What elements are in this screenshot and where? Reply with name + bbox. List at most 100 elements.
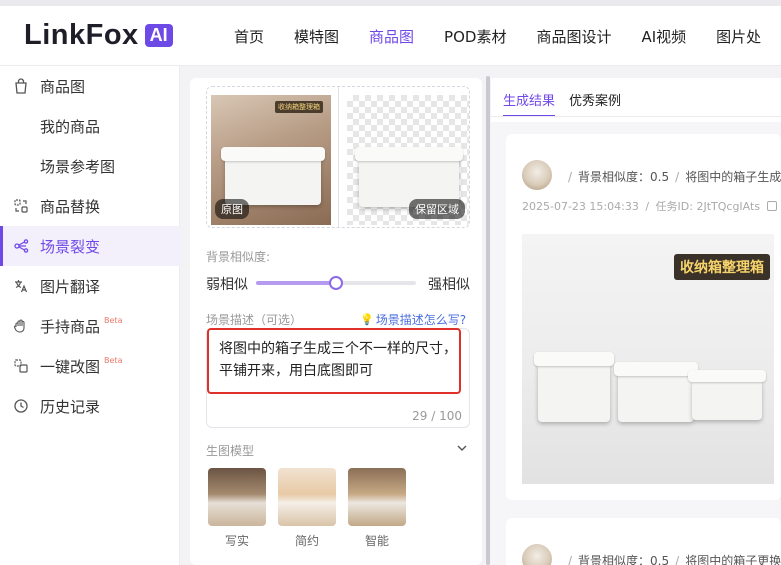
swap-icon [12,197,30,215]
copy-icon[interactable] [766,201,777,211]
tab-excellent-cases[interactable]: 优秀案例 [569,90,621,117]
nav-product-design[interactable]: 商品图设计 [536,26,611,47]
sidebar-item-product-replace[interactable]: 商品替换 [0,186,180,226]
results-tabs: 生成结果 优秀案例 [503,90,635,117]
storage-box-lid [688,370,766,382]
hand-icon [12,317,30,335]
storage-box-lid [614,362,698,376]
result-image[interactable]: 收纳箱整理箱 [522,234,774,484]
nav-product-image[interactable]: 商品图 [369,26,414,47]
similarity-slider[interactable] [256,276,416,290]
model-option-label: 写实 [224,534,249,548]
model-options: 写实 简约 智能 [206,468,470,548]
similarity-label: 背景相似度: [206,250,271,264]
sidebar-item-image-translate[interactable]: 图片翻译 [0,266,180,306]
result-card: / 背景相似度：0.5/将图中的箱子生成 2025-07-23 15:04:33 … [506,134,781,500]
storage-box-small [692,380,762,420]
model-option-label: 智能 [364,534,389,548]
result-thumbnail-avatar[interactable] [522,544,552,565]
model-label: 生图模型 [206,444,255,458]
sidebar-item-label: 商品替换 [40,197,101,216]
scene-description-help-link[interactable]: 💡 场景描述怎么写? [360,311,466,328]
scene-description-text[interactable]: 将图中的箱子生成三个不一样的尺寸，平铺开来，用白底图即可 [219,338,459,382]
source-image-area[interactable]: 收纳箱整理箱 原图 保留区域 [206,86,470,228]
tabs-divider [491,116,781,117]
model-thumbnail [348,468,406,526]
model-thumbnail [208,468,266,526]
nav-model-image[interactable]: 模特图 [294,26,339,47]
strong-similarity-label: 强相似 [428,277,470,293]
result-meta: / 背景相似度：0.5/将图中的箱子生成 [568,170,781,184]
sidebar-item-one-click-edit[interactable]: 一键改图 Beta [0,346,180,386]
sidebar-item-handheld-product[interactable]: 手持商品 Beta [0,306,180,346]
help-link-text: 场景描述怎么写? [375,313,467,327]
similarity-slider-row: 弱相似 强相似 [206,274,470,294]
result-task-id: 任务ID: 2JtTQcgIAts [655,200,761,213]
model-section-header[interactable]: 生图模型 [206,442,470,460]
nav-pod-material[interactable]: POD素材 [444,26,506,47]
lightbulb-icon: 💡 [360,313,374,326]
storage-box-medium [618,372,694,422]
scene-description-label: 场景描述（可选） [206,313,303,327]
sidebar-item-label: 一键改图 [40,357,101,376]
result-similarity: 背景相似度：0.5 [578,170,670,184]
sidebar-item-label: 场景参考图 [40,157,116,176]
model-option-smart[interactable]: 智能 [348,468,406,549]
tab-generated-results[interactable]: 生成结果 [503,90,556,117]
result-meta: / 背景相似度：0.5/将图中的箱子更换 [562,552,781,565]
editor-panel: 收纳箱整理箱 原图 保留区域 背景相似度: 弱相似 强相似 场景描述（可选） 💡… [190,78,482,565]
edit-image-icon [12,357,30,375]
result-card: / 背景相似度：0.5/将图中的箱子更换 [506,518,781,565]
results-panel: 生成结果 优秀案例 / 背景相似度：0.5/将图中的箱子生成 2025-07-23… [491,78,781,565]
sidebar-item-product-image[interactable]: 商品图 [0,66,180,106]
model-option-simple[interactable]: 简约 [278,468,336,549]
slider-thumb[interactable] [329,276,343,290]
char-count: 29 / 100 [412,409,462,423]
kept-area-tag: 保留区域 [409,199,465,219]
sidebar-item-label: 我的商品 [40,117,101,136]
bag-icon [12,77,30,95]
result-timestamp: 2025-07-23 15:04:33 [522,200,639,213]
sidebar-item-my-products[interactable]: 我的商品 [0,106,180,146]
sidebar-item-label: 图片翻译 [40,277,101,296]
storage-box-shape [225,157,321,205]
logo-text: LinkFox [24,18,139,51]
original-image-tag: 原图 [215,199,249,219]
model-option-realistic[interactable]: 写实 [208,468,266,549]
model-thumbnail [278,468,336,526]
storage-box-lid [534,352,614,366]
result-prompt: 将图中的箱子更换 [685,554,781,565]
nav-home[interactable]: 首页 [234,26,264,47]
storage-box-large [538,362,610,422]
chevron-down-icon[interactable] [456,442,468,457]
sidebar-item-label: 历史记录 [40,397,101,416]
original-image[interactable]: 收纳箱整理箱 原图 [211,95,331,225]
result-thumbnail-avatar[interactable] [522,160,552,190]
image-divider [338,87,339,227]
history-icon [12,397,30,415]
product-banner: 收纳箱整理箱 [275,101,323,113]
storage-box-lid [221,147,325,161]
sidebar-item-history[interactable]: 历史记录 [0,386,180,426]
sidebar-item-label: 商品图 [40,77,86,96]
result-sub-meta: 2025-07-23 15:04:33 / 任务ID: 2JtTQcgIAts [522,198,777,214]
results-list: / 背景相似度：0.5/将图中的箱子生成 2025-07-23 15:04:33 … [491,122,781,565]
sidebar-item-scene-fission[interactable]: 场景裂变 [0,226,180,266]
browser-top-strip [0,0,781,6]
panel-scrollbar[interactable] [486,76,490,565]
nav-ai-video[interactable]: AI视频 [641,26,686,47]
top-header: LinkFox AI 首页 模特图 商品图 POD素材 商品图设计 AI视频 图… [0,0,781,66]
linkfox-logo[interactable]: LinkFox AI [24,18,173,51]
beta-badge: Beta [104,356,123,365]
sidebar-item-label: 手持商品 [40,317,101,336]
result-similarity: 背景相似度：0.5 [578,554,670,565]
nav-image-processing[interactable]: 图片处 [716,26,761,47]
weak-similarity-label: 弱相似 [206,277,248,293]
beta-badge: Beta [104,316,123,325]
kept-area-image[interactable]: 保留区域 [347,95,469,225]
fission-icon [12,237,30,255]
slider-fill [256,281,336,285]
main-nav: 首页 模特图 商品图 POD素材 商品图设计 AI视频 图片处 [234,26,761,47]
model-option-label: 简约 [294,534,319,548]
sidebar-item-scene-reference[interactable]: 场景参考图 [0,146,180,186]
